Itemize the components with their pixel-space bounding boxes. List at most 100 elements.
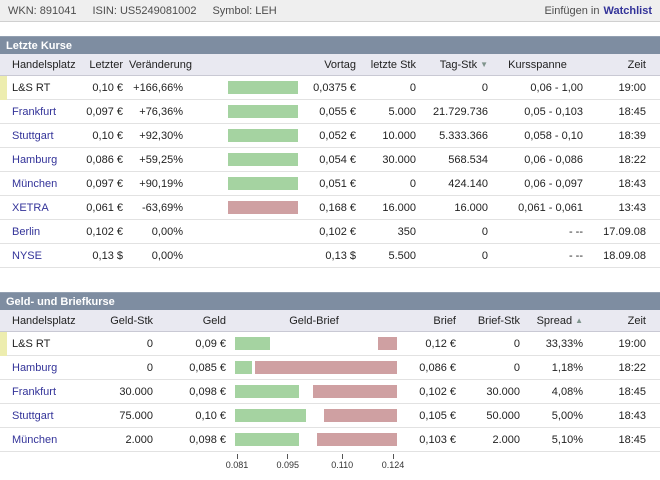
col-kursspanne[interactable]: Kursspanne (490, 54, 585, 75)
bid-price: 0,09 € (155, 338, 228, 350)
bid-ask-chart-cell (228, 380, 400, 404)
bid-volume: 2.000 (90, 434, 155, 446)
change-bar-cell (185, 100, 300, 124)
price-range: 0,05 - 0,103 (490, 106, 585, 118)
add-to-watchlist-link[interactable]: Watchlist (604, 5, 653, 17)
col-tag-stk-label: Tag-Stk (440, 59, 477, 71)
col-geld-brief[interactable]: Geld-Brief (228, 310, 400, 331)
bid-ask-chart-cell (228, 404, 400, 428)
axis-tick: 0.124 (378, 454, 408, 470)
ask-volume: 2.000 (458, 434, 522, 446)
prev-close: 0,055 € (300, 106, 358, 118)
col-geld-stk[interactable]: Geld-Stk (90, 310, 155, 331)
time: 17.09.08 (585, 226, 648, 238)
col-tag-stk[interactable]: Tag-Stk▼ (418, 54, 490, 75)
bid-bar (235, 433, 299, 446)
last-price: 0,13 $ (78, 250, 125, 262)
geld-brief-rows: L&S RT00,09 €0,12 €033,33%19:00Hamburg00… (0, 332, 660, 452)
day-volume: 0 (418, 82, 490, 94)
last-price: 0,061 € (78, 202, 125, 214)
venue-link[interactable]: Stuttgart (7, 130, 78, 142)
time: 18:45 (585, 434, 648, 446)
col-vortag[interactable]: Vortag (300, 54, 358, 75)
bid-price: 0,098 € (155, 386, 228, 398)
col-letzte-stk[interactable]: letzte Stk (358, 54, 418, 75)
sort-desc-icon: ▼ (480, 60, 488, 69)
change-bar (228, 153, 298, 166)
col-veraenderung[interactable]: Veränderung (125, 54, 300, 75)
venue-link[interactable]: Frankfurt (7, 386, 90, 398)
col-zeit[interactable]: Zeit (585, 54, 648, 75)
venue-link[interactable]: Hamburg (7, 362, 90, 374)
col-brief[interactable]: Brief (400, 310, 458, 331)
change-bar (228, 129, 298, 142)
bid-bar (235, 409, 306, 422)
row-marker (0, 428, 7, 452)
price-range: 0,06 - 1,00 (490, 82, 585, 94)
venue-link[interactable]: Hamburg (7, 154, 78, 166)
prev-close: 0,102 € (300, 226, 358, 238)
spread-percent: 5,10% (522, 434, 585, 446)
bid-volume: 30.000 (90, 386, 155, 398)
day-volume: 5.333.366 (418, 130, 490, 142)
bid-price: 0,10 € (155, 410, 228, 422)
ask-bar (317, 433, 397, 446)
row-marker (0, 148, 7, 172)
day-volume: 568.534 (418, 154, 490, 166)
col-handelsplatz[interactable]: Handelsplatz (7, 310, 90, 331)
price-range: 0,061 - 0,061 (490, 202, 585, 214)
price-range: - -- (490, 250, 585, 262)
table-row: Stuttgart75.0000,10 €0,105 €50.0005,00%1… (0, 404, 660, 428)
prev-close: 0,052 € (300, 130, 358, 142)
letzte-kurse-table: Letzte Kurse Handelsplatz Letzter Veränd… (0, 36, 660, 268)
col-spread[interactable]: Spread▲ (522, 310, 585, 331)
venue-label: L&S RT (7, 338, 90, 350)
ask-price: 0,12 € (400, 338, 458, 350)
col-letzter[interactable]: Letzter (78, 54, 125, 75)
ask-bar (378, 337, 397, 350)
table-row: Stuttgart0,10 €+92,30%0,052 €10.0005.333… (0, 124, 660, 148)
spread-percent: 5,00% (522, 410, 585, 422)
venue-link[interactable]: Frankfurt (7, 106, 78, 118)
change-bar (228, 201, 298, 214)
venue-link[interactable]: NYSE (7, 250, 78, 262)
venue-link[interactable]: XETRA (7, 202, 78, 214)
ask-volume: 30.000 (458, 386, 522, 398)
col-geld[interactable]: Geld (155, 310, 228, 331)
price-range: 0,06 - 0,097 (490, 178, 585, 190)
tick-label: 0.081 (222, 460, 252, 470)
col-handelsplatz[interactable]: Handelsplatz (7, 54, 78, 75)
venue-link[interactable]: Berlin (7, 226, 78, 238)
last-price: 0,102 € (78, 226, 125, 238)
letzte-kurse-rows: L&S RT0,10 €+166,66%0,0375 €000,06 - 1,0… (0, 76, 660, 268)
day-volume: 16.000 (418, 202, 490, 214)
header-spacer (0, 54, 7, 75)
venue-link[interactable]: München (7, 434, 90, 446)
time: 18:43 (585, 178, 648, 190)
letzte-kurse-title: Letzte Kurse (0, 36, 660, 54)
tick-label: 0.095 (273, 460, 303, 470)
venue-link[interactable]: München (7, 178, 78, 190)
bid-bar (235, 361, 252, 374)
row-marker (0, 404, 7, 428)
price-range: 0,06 - 0,086 (490, 154, 585, 166)
price-range: - -- (490, 226, 585, 238)
bid-ask-chart-cell (228, 356, 400, 380)
bid-volume: 0 (90, 338, 155, 350)
prev-close: 0,054 € (300, 154, 358, 166)
last-price: 0,097 € (78, 178, 125, 190)
col-zeit[interactable]: Zeit (585, 310, 648, 331)
change-bar-cell (185, 148, 300, 172)
symbol-label: Symbol: LEH (212, 5, 276, 17)
ask-bar (324, 409, 397, 422)
table-row: XETRA0,061 €-63,69%0,168 €16.00016.0000,… (0, 196, 660, 220)
tick-mark (287, 454, 288, 459)
prev-close: 0,051 € (300, 178, 358, 190)
col-brief-stk[interactable]: Brief-Stk (458, 310, 522, 331)
header-spacer (0, 310, 7, 331)
venue-link[interactable]: Stuttgart (7, 410, 90, 422)
last-price: 0,10 € (78, 130, 125, 142)
time: 18:22 (585, 154, 648, 166)
last-volume: 30.000 (358, 154, 418, 166)
table-row: NYSE0,13 $0,00%0,13 $5.5000- --18.09.08 (0, 244, 660, 268)
